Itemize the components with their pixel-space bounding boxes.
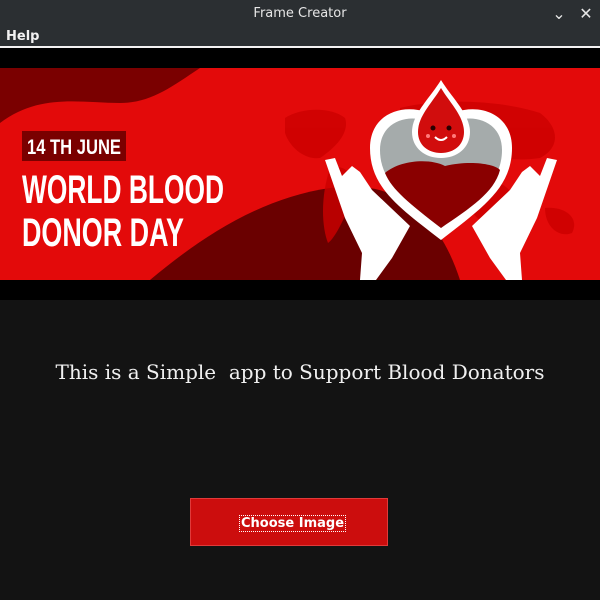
close-button[interactable]: ✕	[575, 3, 597, 25]
banner-image: 14 TH JUNE WORLD BLOOD DONOR DAY	[0, 48, 600, 300]
banner-headline-line2: DONOR DAY	[22, 211, 184, 255]
banner-headline-line1: WORLD BLOOD	[22, 168, 224, 212]
banner-graphic: 14 TH JUNE WORLD BLOOD DONOR DAY	[0, 48, 600, 300]
minimize-button[interactable]: ⌄	[548, 3, 570, 25]
choose-image-label: Choose Image	[239, 515, 347, 532]
menu-bar: Help	[0, 28, 600, 48]
menu-help[interactable]: Help	[6, 29, 39, 44]
choose-image-button[interactable]: Choose Image	[190, 498, 388, 546]
app-window: Frame Creator ⌄ ✕ Help 14 TH JUNE WORLD …	[0, 0, 600, 600]
banner-date: 14 TH JUNE	[27, 136, 121, 159]
window-title: Frame Creator	[253, 6, 347, 21]
title-bar[interactable]: Frame Creator ⌄ ✕	[0, 0, 600, 28]
app-description: This is a Simple app to Support Blood Do…	[55, 360, 545, 384]
